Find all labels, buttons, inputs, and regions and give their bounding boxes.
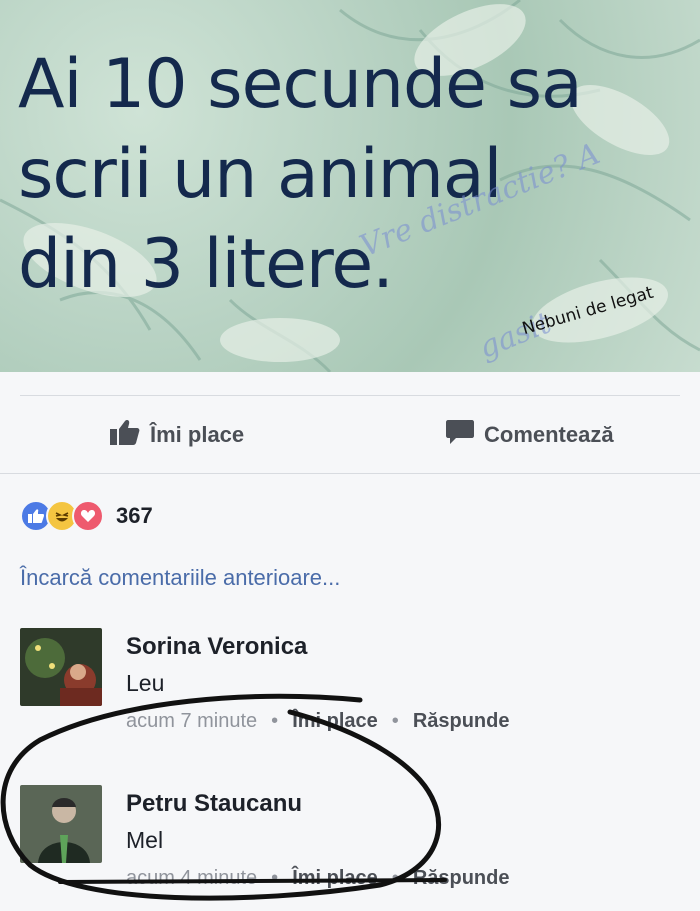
divider bbox=[0, 473, 700, 474]
love-reaction-icon bbox=[72, 500, 104, 532]
comment-timestamp[interactable]: acum 4 minute bbox=[126, 867, 257, 890]
comment-meta: acum 7 minute • Îmi place • Răspunde bbox=[126, 710, 510, 733]
avatar[interactable] bbox=[20, 785, 102, 863]
thumbs-up-icon bbox=[110, 419, 140, 451]
comment-button[interactable]: Comentează bbox=[446, 419, 700, 451]
avatar[interactable] bbox=[20, 628, 102, 706]
load-previous-comments-link[interactable]: Încarcă comentariile anterioare... bbox=[20, 565, 340, 591]
reaction-count: 367 bbox=[116, 503, 153, 528]
comment-reply-link[interactable]: Răspunde bbox=[413, 710, 510, 733]
comment-author[interactable]: Petru Staucanu bbox=[126, 790, 302, 818]
comment-item: Petru Staucanu Mel acum 4 minute • Îmi p… bbox=[20, 785, 680, 905]
reactions-summary[interactable]: 367 bbox=[20, 500, 153, 532]
comment-like-link[interactable]: Îmi place bbox=[292, 867, 378, 890]
separator-dot: • bbox=[271, 867, 279, 889]
separator-dot: • bbox=[391, 867, 399, 889]
separator-dot: • bbox=[391, 710, 399, 732]
action-bar: Îmi place Comentează bbox=[0, 415, 700, 455]
headline-line-3: din 3 litere. bbox=[18, 225, 394, 304]
post-image[interactable]: Ai 10 secunde sa scrii un animal din 3 l… bbox=[0, 0, 700, 372]
headline-line-1: Ai 10 secunde sa bbox=[18, 45, 583, 124]
comment-button-label: Comentează bbox=[484, 422, 614, 447]
comment-text: Leu bbox=[126, 670, 165, 696]
comment-reply-link[interactable]: Răspunde bbox=[413, 867, 510, 890]
comment-author[interactable]: Sorina Veronica bbox=[126, 633, 307, 661]
comment-text: Mel bbox=[126, 827, 164, 853]
comment-meta: acum 4 minute • Îmi place • Răspunde bbox=[126, 867, 510, 890]
comment-timestamp[interactable]: acum 7 minute bbox=[126, 710, 257, 733]
speech-bubble-icon bbox=[446, 419, 474, 451]
like-button[interactable]: Îmi place bbox=[110, 419, 244, 451]
like-button-label: Îmi place bbox=[150, 422, 245, 447]
comment-item: Sorina Veronica Leu acum 7 minute • Îmi … bbox=[20, 628, 680, 748]
divider bbox=[20, 395, 680, 396]
separator-dot: • bbox=[271, 710, 279, 732]
comment-like-link[interactable]: Îmi place bbox=[292, 710, 378, 733]
